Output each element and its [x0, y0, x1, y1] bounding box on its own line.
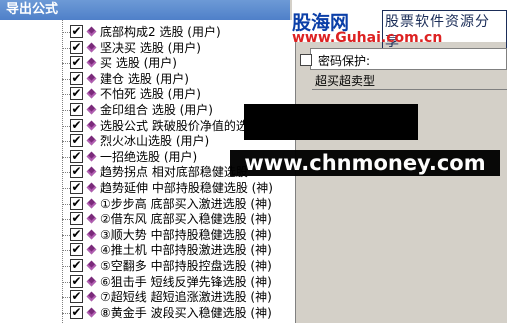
tree-item[interactable]: ✔ ⑥狙击手 短线反弹先锋选股 (神): [0, 274, 295, 290]
formula-gem-icon: [86, 88, 97, 99]
tree-item-label: 趋势拐点 相对底部稳健选股: [100, 165, 248, 180]
tree-item[interactable]: ✔ ⑦超短线 超短追涨激进选股 (神): [0, 289, 295, 305]
formula-gem-icon: [86, 276, 97, 287]
formula-gem-icon: [86, 73, 97, 84]
item-checkbox[interactable]: ✔: [70, 259, 83, 272]
formula-gem-icon: [86, 198, 97, 209]
tree-item-label: 底部构成2 选股 (用户): [100, 25, 221, 39]
tree-item[interactable]: ✔ 建仓 选股 (用户): [0, 71, 295, 87]
item-checkbox[interactable]: ✔: [70, 196, 83, 210]
tree-item-label: 买 选股 (用户): [100, 56, 177, 71]
formula-gem-icon: [86, 182, 97, 193]
formula-gem-icon: [86, 229, 97, 240]
tree-item-label: ⑥狙击手 短线反弹先锋选股 (神): [100, 274, 272, 289]
formula-gem-icon: [86, 244, 97, 255]
tree-item[interactable]: ✔ 坚决买 选股 (用户): [0, 40, 295, 56]
tree-item[interactable]: ✔ ①步步高 底部买入激进选股 (神): [0, 196, 295, 212]
site-logo: 股海网 股票软件资源分享 www.Guhai.com.cn: [292, 0, 507, 52]
tree-item[interactable]: ✔ ④推土机 中部持股激进选股 (神): [0, 242, 295, 258]
item-checkbox[interactable]: ✔: [70, 227, 83, 241]
item-checkbox[interactable]: ✔: [70, 274, 83, 288]
item-checkbox[interactable]: ✔: [70, 181, 83, 194]
logo-url: www.Guhai.com.cn: [292, 30, 443, 46]
tree-item-label: ④推土机 中部持股激进选股 (神): [100, 243, 272, 258]
item-checkbox[interactable]: ✔: [70, 149, 83, 163]
formula-gem-icon: [86, 26, 97, 37]
item-checkbox[interactable]: ✔: [70, 25, 83, 38]
watermark-text: www.chnmoney.com: [230, 150, 500, 176]
tree-item[interactable]: ✔ ⑤空翻多 中部持股控盘选股 (神): [0, 258, 295, 274]
formula-type-field: 超买超卖型: [313, 73, 507, 89]
tree-item-label: ⑤空翻多 中部持股控盘选股 (神): [100, 259, 272, 273]
formula-gem-icon: [86, 42, 97, 53]
formula-gem-icon: [86, 260, 97, 271]
item-checkbox[interactable]: ✔: [70, 71, 83, 85]
divider: [312, 89, 507, 90]
tree-item[interactable]: ✔ 底部构成2 选股 (用户): [0, 24, 295, 40]
tree-item-label: 不怕死 选股 (用户): [100, 87, 201, 102]
item-checkbox[interactable]: ✔: [70, 40, 83, 54]
item-checkbox[interactable]: ✔: [70, 243, 83, 257]
tree-item-label: 金印组合 选股 (用户): [100, 103, 213, 117]
tree-item-label: 趋势延伸 中部持股稳健选股 (神): [100, 181, 273, 195]
item-checkbox[interactable]: ✔: [70, 118, 83, 132]
tree-item-label: ②借东风 底部买入稳健选股 (神): [100, 212, 272, 227]
formula-gem-icon: [86, 135, 97, 146]
tree-item-label: 坚决买 选股 (用户): [100, 40, 201, 55]
formula-gem-icon: [86, 151, 97, 162]
tree-item[interactable]: ✔ ②借东风 底部买入稳健选股 (神): [0, 211, 295, 227]
tree-item[interactable]: ✔ ⑧黄金手 波段买入稳健选股 (神): [0, 305, 295, 321]
item-checkbox[interactable]: ✔: [70, 134, 83, 148]
formula-gem-icon: [86, 120, 97, 131]
tree-item-label: ⑦超短线 超短追涨激进选股 (神): [100, 290, 272, 305]
tree-item-label: 建仓 选股 (用户): [100, 71, 189, 86]
item-checkbox[interactable]: ✔: [70, 87, 83, 101]
formula-gem-icon: [86, 57, 97, 68]
item-checkbox[interactable]: ✔: [70, 212, 83, 226]
tree-item-label: 一招绝选股 (用户): [100, 149, 198, 164]
formula-gem-icon: [86, 291, 97, 302]
item-checkbox[interactable]: ✔: [70, 305, 83, 319]
tree-item[interactable]: ✔ ③顺大势 中部持股稳健选股 (神): [0, 227, 295, 243]
tree-item-label: ①步步高 底部买入激进选股 (神): [100, 196, 272, 211]
tree-item[interactable]: ✔ 买 选股 (用户): [0, 55, 295, 71]
tree-item-label: 烈火冰山选股 (用户): [100, 134, 210, 149]
tree-item[interactable]: ✔ 趋势延伸 中部持股稳健选股 (神): [0, 180, 295, 196]
formula-gem-icon: [86, 104, 97, 115]
item-checkbox[interactable]: ✔: [70, 56, 83, 70]
formula-gem-icon: [86, 307, 97, 318]
window-title: 导出公式: [0, 0, 290, 20]
password-checkbox-label: 密码保护:: [318, 54, 371, 68]
watermark-box: [244, 104, 418, 140]
tree-item-label: ③顺大势 中部持股稳健选股 (神): [100, 227, 272, 242]
password-checkbox[interactable]: [300, 54, 312, 66]
tree-connector: [62, 312, 70, 323]
tree-item[interactable]: ✔ 不怕死 选股 (用户): [0, 86, 295, 102]
item-checkbox[interactable]: ✔: [70, 103, 83, 116]
formula-gem-icon: [86, 213, 97, 224]
item-checkbox[interactable]: ✔: [70, 290, 83, 304]
item-checkbox[interactable]: ✔: [70, 165, 83, 179]
tree-item-label: ⑧黄金手 波段买入稳健选股 (神): [100, 305, 272, 320]
formula-gem-icon: [86, 166, 97, 177]
